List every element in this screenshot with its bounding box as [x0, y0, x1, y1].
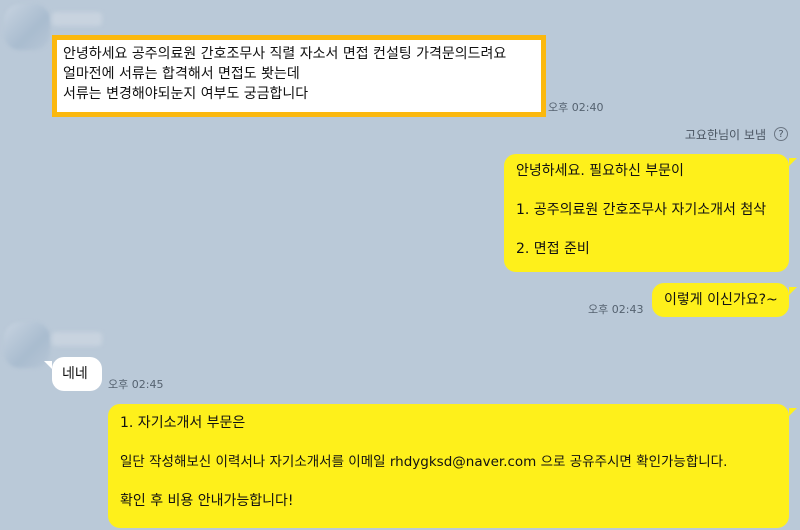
avatar[interactable] [4, 4, 50, 50]
bubble-tail [789, 158, 797, 166]
message-line: 서류는 변경해야되눈지 여부도 궁금합니다 [63, 86, 309, 102]
message-bubble-outgoing[interactable]: 1. 자기소개서 부문은 일단 작성해보신 이력서나 자기소개서를 이메일 rh… [108, 404, 789, 528]
message-line: 안녕하세요 공주의료원 간호조무사 직렬 자소서 면접 컨설팅 가격문의드려요 [63, 46, 507, 62]
bubble-tail [789, 408, 797, 416]
message-bubble-incoming[interactable]: 네네 [52, 357, 102, 391]
message-line: 얼마전에 서류는 합격해서 면접도 봣는데 [63, 66, 300, 82]
message-text: 이렇게 이신가요?~ [664, 292, 778, 308]
message-bubble-incoming: 안녕하세요 공주의료원 간호조무사 직렬 자소서 면접 컨설팅 가격문의드려요 … [57, 40, 541, 112]
bubble-tail [789, 287, 797, 295]
message-bubble-outgoing[interactable]: 안녕하세요. 필요하신 부문이 1. 공주의료원 간호조무사 자기소개서 첨삭 … [504, 154, 789, 272]
message-bubble-outgoing[interactable]: 이렇게 이신가요?~ [652, 283, 789, 317]
sender-name-blurred [52, 332, 102, 346]
highlighted-message[interactable]: 안녕하세요 공주의료원 간호조무사 직렬 자소서 면접 컨설팅 가격문의드려요 … [52, 35, 546, 117]
message-text: 네네 [62, 366, 88, 382]
message-line: 확인 후 비용 안내가능합니다! [120, 493, 294, 509]
message-line: 2. 면접 준비 [516, 241, 590, 257]
sender-label: 고요한님이 보냄 [684, 128, 766, 142]
sender-name-blurred [52, 12, 102, 26]
message-line: 1. 자기소개서 부문은 [120, 415, 246, 431]
message-timestamp: 오후 02:40 [548, 101, 604, 114]
help-icon[interactable]: ? [774, 127, 788, 141]
message-line: 안녕하세요. 필요하신 부문이 [516, 163, 684, 179]
bubble-tail [44, 361, 52, 369]
message-line: 1. 공주의료원 간호조무사 자기소개서 첨삭 [516, 202, 767, 218]
message-timestamp: 오후 02:43 [588, 303, 644, 316]
message-line: 일단 작성해보신 이력서나 자기소개서를 이메일 rhdygksd@naver.… [120, 454, 728, 470]
message-timestamp: 오후 02:45 [108, 378, 164, 391]
